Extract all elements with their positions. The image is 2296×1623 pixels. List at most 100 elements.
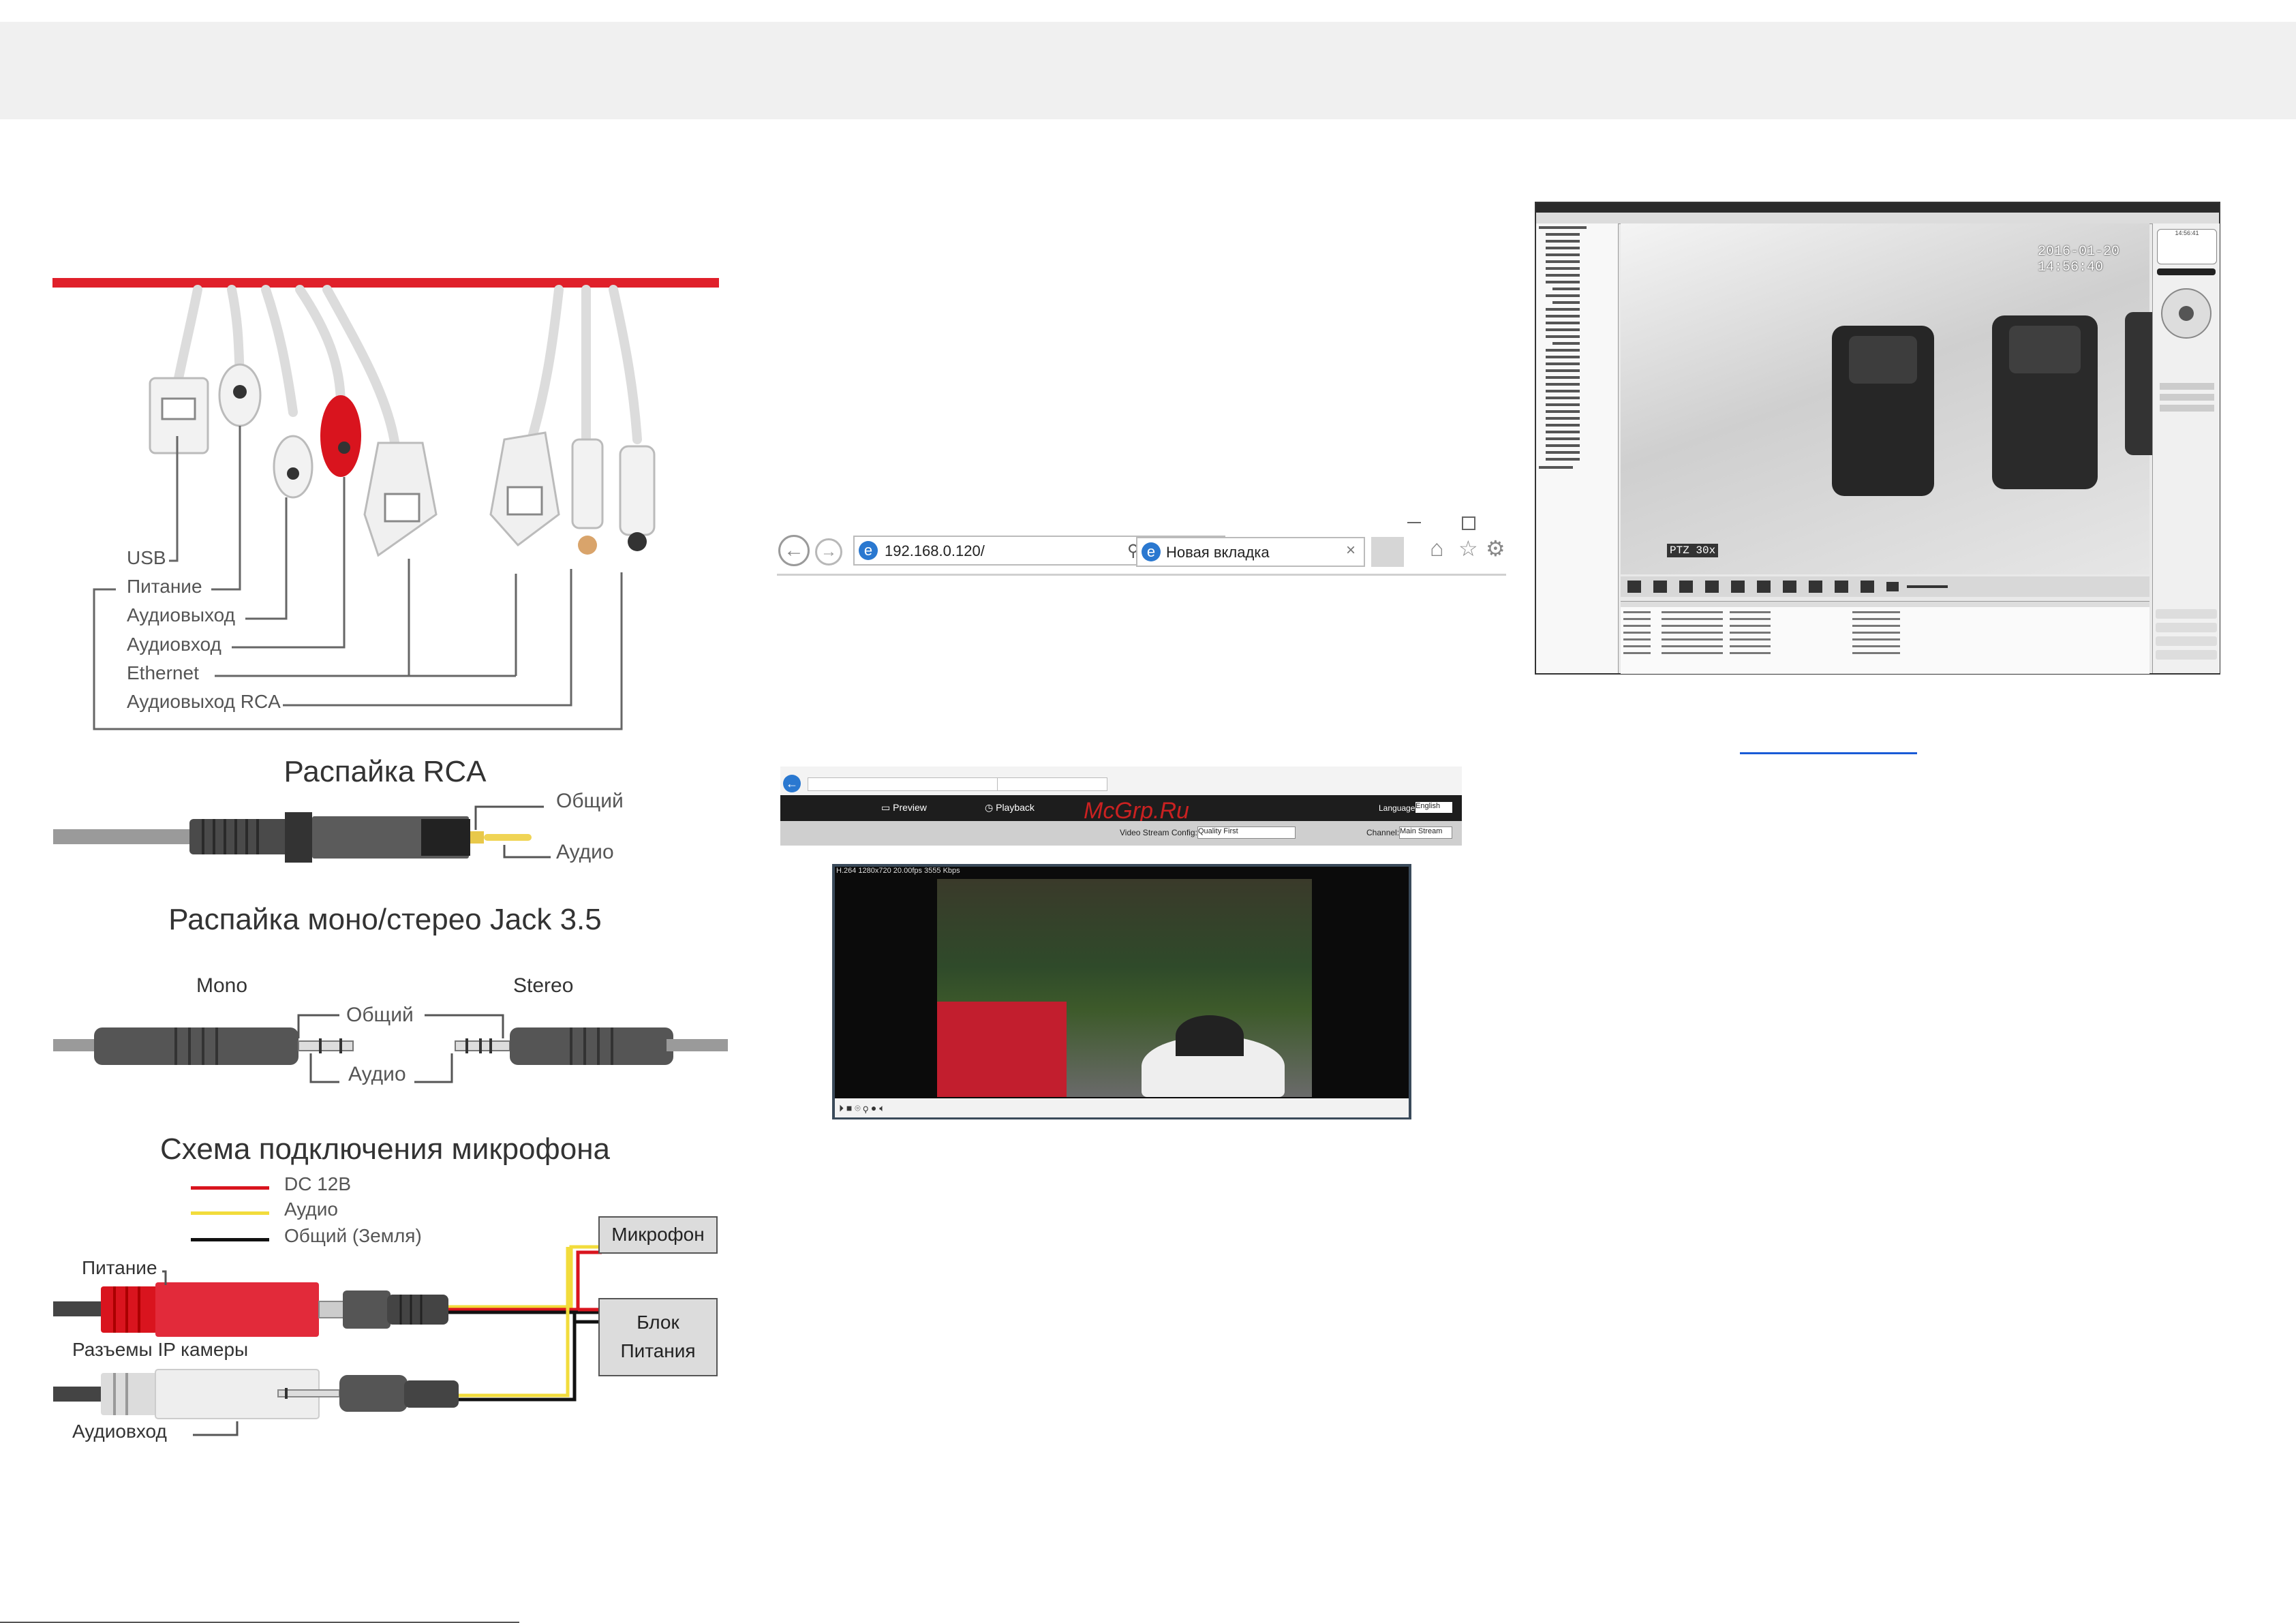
web-config-bar: Video Stream Config: Quality First Chann… (780, 821, 1462, 846)
snapshot-icon[interactable]: ⌾ (855, 1102, 863, 1113)
web-browser-chrome: ← (780, 767, 1462, 795)
car-right-windshield (2009, 326, 2081, 373)
ptz-button-row[interactable] (2160, 383, 2214, 390)
rca-audio-label: Аудио (556, 841, 614, 863)
maximize-icon[interactable] (1462, 516, 1475, 530)
event-log-rows (1621, 602, 2149, 654)
menu-preview-label: Preview (893, 802, 927, 813)
language-select[interactable]: English (1415, 802, 1452, 813)
ptz-label: PTZ 30x (1667, 544, 1719, 557)
label-audio-out-rca: Аудиовыход RCA (127, 691, 281, 712)
tab-close-icon[interactable]: × (1346, 541, 1356, 560)
jack-mono-label: Mono (196, 974, 248, 997)
stop-icon[interactable]: ■ (846, 1102, 855, 1113)
tab-new[interactable]: e Новая вкладка × (1136, 537, 1365, 567)
mic-wiring-diagram: Микрофон Блок Питания Питание Разъемы IP… (53, 1216, 728, 1451)
dome-lens (1176, 1015, 1244, 1056)
mic-camera-label: Разъемы IP камеры (72, 1339, 249, 1360)
play-icon[interactable]: ⏵ (839, 1102, 846, 1113)
label-usb: USB (127, 547, 166, 568)
playback-icon: ◷ (985, 802, 996, 813)
rca-diagram: Общий Аудио (53, 790, 728, 872)
psu-box-line2: Питания (620, 1340, 696, 1361)
ie-logo-icon: e (859, 541, 878, 560)
preview-icon: ▭ (881, 802, 893, 813)
cpu-bar (2157, 268, 2216, 275)
address-text[interactable]: 192.168.0.120/ (885, 542, 985, 560)
video-toolbar: ⏵ ■ ⌾ ⚲ ● 🔈︎ (835, 1098, 1409, 1117)
tab-ie-icon: e (1142, 542, 1161, 561)
control-panel: 14:56:41 (2152, 223, 2220, 673)
ptz-buttons (2160, 379, 2214, 427)
psu-box: Блок Питания (598, 1298, 718, 1376)
camera-web-ui-screenshot: ← ▭ Preview ◷ Playback McGrp.Ru Language… (780, 767, 1462, 1128)
mic-title: Схема подключения микрофона (160, 1132, 610, 1166)
function-button[interactable] (2156, 650, 2217, 660)
clock-panel: 14:56:41 (2157, 229, 2217, 264)
function-button[interactable] (2156, 609, 2217, 619)
camera-timestamp: 2016-01-20 14:56:40 (2038, 244, 2120, 275)
cms-menu-bar (1536, 213, 2219, 224)
video-frame (937, 879, 1312, 1097)
minimize-icon[interactable] (1407, 522, 1421, 523)
header-band (0, 22, 2296, 119)
settings-icon[interactable]: ⚙ (1486, 536, 1505, 561)
layout-toolbar (1621, 576, 2149, 597)
hyperlink-underline[interactable] (1740, 752, 1917, 754)
stream-config-label: Video Stream Config: (1120, 828, 1197, 837)
back-icon[interactable]: ← (778, 535, 810, 566)
function-button[interactable] (2156, 636, 2217, 646)
mic-power-label: Питание (82, 1257, 157, 1278)
record-icon[interactable]: ● (871, 1102, 879, 1113)
label-power: Питание (127, 576, 202, 597)
device-tree[interactable] (1536, 223, 1619, 673)
forward-icon[interactable]: → (815, 538, 842, 566)
volume-icon[interactable]: 🔈︎ (879, 1102, 885, 1113)
ptz-center-icon[interactable] (2179, 306, 2194, 321)
microphone-box-label: Микрофон (611, 1224, 705, 1245)
web-back-icon[interactable]: ← (783, 775, 801, 792)
label-ethernet: Ethernet (127, 662, 199, 683)
function-button[interactable] (2156, 623, 2217, 632)
rca-plug-illustration (53, 805, 551, 863)
event-log-table[interactable] (1621, 601, 2149, 674)
ptz-joystick[interactable] (2161, 288, 2211, 339)
channel-select[interactable]: Main Stream (1399, 826, 1452, 839)
rca-common-label: Общий (556, 790, 624, 812)
jack-stereo-label: Stereo (513, 974, 574, 997)
car-edge (2125, 312, 2152, 455)
jack-diagram: Mono Stereo Общий Аудио (53, 974, 728, 1097)
ptz-button-row[interactable] (2160, 394, 2214, 401)
web-menu-bar: ▭ Preview ◷ Playback McGrp.Ru Language: … (780, 795, 1462, 824)
favorites-icon[interactable]: ☆ (1458, 536, 1478, 561)
stream-config-select[interactable]: Quality First (1197, 826, 1296, 839)
legend-audio-label: Аудио (284, 1199, 338, 1220)
rca-title: Распайка RCA (284, 755, 487, 788)
channel-label: Channel: (1366, 828, 1400, 837)
ptz-button-row[interactable] (2160, 405, 2214, 412)
jack-title: Распайка моно/стерео Jack 3.5 (168, 903, 602, 936)
label-audio-in: Аудиовход (127, 634, 221, 655)
tab-title: Новая вкладка (1166, 544, 1270, 561)
function-buttons (2156, 605, 2217, 670)
red-object (937, 1002, 1067, 1097)
web-tab[interactable] (997, 777, 1107, 791)
cms-software-screenshot: 2016-01-20 14:56:40 PTZ 30x 14:56:41 (1535, 202, 2220, 675)
new-tab-button[interactable] (1371, 537, 1404, 567)
camera-view[interactable]: 2016-01-20 14:56:40 PTZ 30x (1621, 223, 2152, 574)
jack-audio-label: Аудио (348, 1063, 406, 1085)
menu-playback[interactable]: ◷ Playback (985, 802, 1035, 814)
microphone-box: Микрофон (598, 1216, 718, 1254)
language-label: Language: (1379, 803, 1418, 813)
mic-audio-in-label: Аудиовход (72, 1421, 167, 1442)
video-info: H.264 1280x720 20.00fps 3555 Kbps (836, 867, 960, 875)
video-player[interactable]: H.264 1280x720 20.00fps 3555 Kbps ⏵ ■ ⌾ … (832, 864, 1411, 1119)
connector-cable-diagram: USB Питание Аудиовыход Аудиовход Etherne… (41, 269, 729, 746)
clock-time: 14:56:41 (2175, 230, 2199, 236)
bar-divider (777, 574, 1506, 576)
legend-dc-label: DC 12В (284, 1173, 352, 1194)
car-left-windshield (1849, 336, 1917, 384)
home-icon[interactable]: ⌂ (1430, 536, 1444, 562)
menu-preview[interactable]: ▭ Preview (881, 802, 927, 814)
zoom-icon[interactable]: ⚲ (863, 1102, 871, 1113)
